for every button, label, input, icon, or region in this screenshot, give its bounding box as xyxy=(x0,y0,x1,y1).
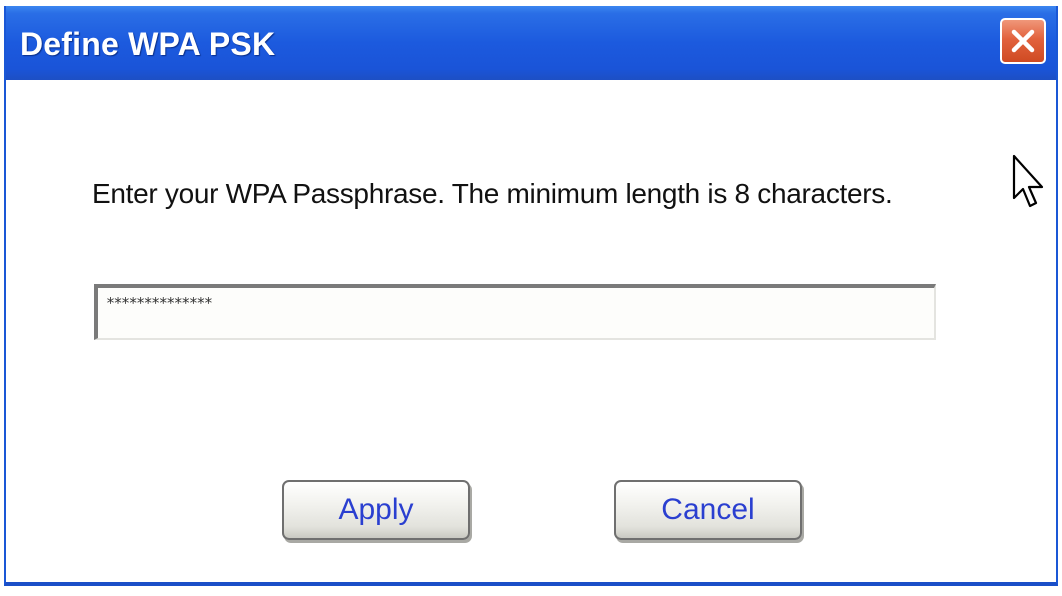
apply-button[interactable]: Apply xyxy=(282,480,470,540)
close-icon xyxy=(1011,29,1035,53)
close-button[interactable] xyxy=(1000,18,1046,64)
dialog-body: Enter your WPA Passphrase. The minimum l… xyxy=(6,80,1056,582)
mouse-pointer-icon xyxy=(1012,154,1044,208)
dialog-window: Define WPA PSK Enter your WPA Passphrase… xyxy=(4,6,1058,586)
window-title: Define WPA PSK xyxy=(20,26,276,62)
cancel-button[interactable]: Cancel xyxy=(614,480,802,540)
passphrase-input[interactable]: ************** xyxy=(94,284,936,340)
title-bar[interactable]: Define WPA PSK xyxy=(6,6,1056,80)
passphrase-value: ************** xyxy=(106,294,213,312)
instruction-label: Enter your WPA Passphrase. The minimum l… xyxy=(92,178,893,209)
